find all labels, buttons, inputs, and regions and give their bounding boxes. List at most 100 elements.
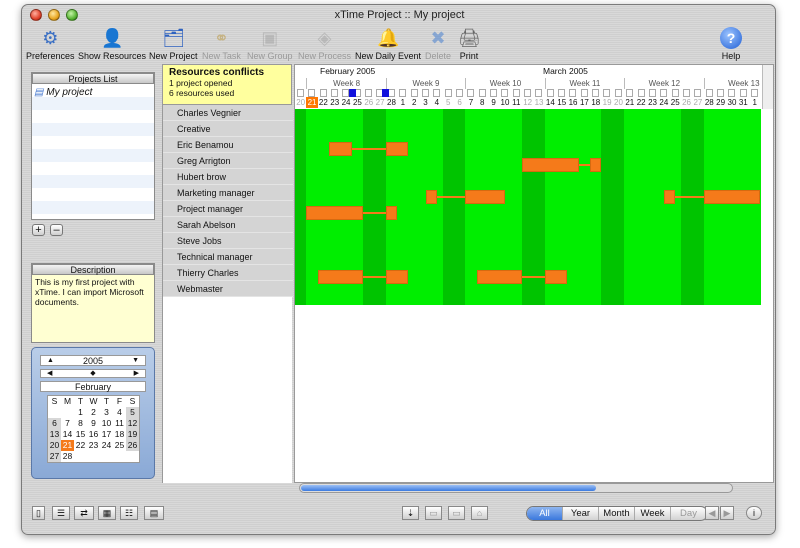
task-bar[interactable] [329, 142, 352, 156]
next-year-icon[interactable]: ▼ [132, 356, 139, 366]
day-tick[interactable] [546, 89, 554, 97]
info-icon[interactable]: i [746, 506, 762, 520]
day-tick[interactable] [580, 89, 588, 97]
task-bar[interactable] [306, 206, 364, 220]
resource-row[interactable]: Steve Jobs [163, 233, 293, 249]
people-view-icon[interactable]: ☷ [120, 506, 138, 520]
day-tick[interactable] [614, 89, 622, 97]
day-header[interactable]: 25 [670, 97, 681, 108]
day-header[interactable]: 2 [409, 97, 420, 108]
day-tick[interactable] [603, 89, 611, 97]
day-tick[interactable] [319, 89, 327, 97]
links-view-icon[interactable]: ⇄ [74, 506, 94, 520]
calendar-day[interactable]: 19 [126, 429, 139, 440]
day-tick[interactable] [569, 89, 577, 97]
day-tick[interactable] [648, 89, 656, 97]
day-tick[interactable] [444, 89, 452, 97]
calendar-day[interactable]: 5 [126, 407, 139, 418]
resource-row[interactable]: Webmaster [163, 281, 293, 297]
day-header[interactable]: 17 [579, 97, 590, 108]
task-bar[interactable] [465, 190, 505, 204]
day-tick[interactable] [421, 89, 429, 97]
close-window-button[interactable] [30, 9, 42, 21]
gantt-grid[interactable] [295, 109, 761, 305]
calendar-day[interactable]: 11 [113, 418, 126, 429]
show-resources-button[interactable]: 👤 Show Resources [78, 27, 146, 61]
scale-option-week[interactable]: Week [635, 507, 671, 520]
day-header[interactable]: 9 [488, 97, 499, 108]
day-header[interactable]: 10 [499, 97, 510, 108]
task-bar[interactable] [385, 270, 409, 284]
task-bar[interactable] [522, 158, 579, 172]
day-header[interactable]: 27 [374, 97, 385, 108]
calendar-day[interactable]: 22 [74, 440, 87, 451]
day-tick[interactable] [705, 89, 713, 97]
day-header[interactable]: 21 [306, 97, 318, 108]
day-tick[interactable] [467, 89, 475, 97]
resource-row[interactable]: Greg Arrigton [163, 153, 293, 169]
resource-row[interactable]: Charles Vegnier [163, 105, 293, 121]
day-tick[interactable] [399, 89, 407, 97]
calendar-day[interactable]: 20 [48, 440, 61, 451]
day-tick[interactable] [694, 89, 702, 97]
horizontal-scrollbar[interactable] [299, 483, 733, 493]
calendar-day[interactable]: 23 [87, 440, 100, 451]
calendar-day[interactable]: 4 [113, 407, 126, 418]
resource-row[interactable]: Sarah Abelson [163, 217, 293, 233]
preferences-button[interactable]: ⚙ Preferences [26, 27, 75, 61]
day-header[interactable]: 7 [465, 97, 476, 108]
day-tick[interactable] [558, 89, 566, 97]
day-header[interactable]: 3 [420, 97, 431, 108]
scale-option-year[interactable]: Year [563, 507, 599, 520]
tasks-view-icon[interactable]: ▦ [98, 506, 116, 520]
task-bar[interactable] [476, 270, 522, 284]
day-tick[interactable] [455, 89, 463, 97]
task-bar[interactable] [590, 158, 602, 172]
task-tool-icon[interactable]: ▭ [425, 506, 442, 520]
day-tick[interactable] [297, 89, 304, 97]
resource-row[interactable]: Project manager [163, 201, 293, 217]
day-tick[interactable] [535, 89, 543, 97]
day-tick[interactable] [512, 89, 520, 97]
scale-option-day[interactable]: Day [671, 507, 707, 520]
day-header[interactable]: 6 [454, 97, 465, 108]
new-daily-event-button[interactable]: 🔔 New Daily Event [355, 27, 421, 61]
task-bar[interactable] [703, 190, 761, 204]
day-tick[interactable] [592, 89, 600, 97]
previous-year-icon[interactable]: ▲ [47, 356, 54, 366]
day-header[interactable]: 4 [431, 97, 442, 108]
day-header[interactable]: 23 [329, 97, 340, 108]
new-process-button[interactable]: ◈ New Process [298, 27, 351, 61]
day-header[interactable]: 1 [749, 97, 760, 108]
day-header[interactable]: 29 [715, 97, 726, 108]
day-header[interactable]: 20 [613, 97, 624, 108]
calendar-day[interactable]: 10 [100, 418, 113, 429]
calendar-day[interactable]: 1 [74, 407, 87, 418]
day-header[interactable]: 22 [318, 97, 329, 108]
group-tool-icon[interactable]: ▭ [448, 506, 465, 520]
calendar-day[interactable]: 14 [61, 429, 74, 440]
day-header[interactable]: 8 [477, 97, 488, 108]
event-marker[interactable] [382, 89, 389, 97]
previous-month-icon[interactable]: ◀ [47, 370, 52, 378]
day-tick[interactable] [489, 89, 497, 97]
resource-row[interactable]: Hubert brow [163, 169, 293, 185]
day-header[interactable]: 15 [556, 97, 567, 108]
calendar-day[interactable]: 18 [113, 429, 126, 440]
person-tool-icon[interactable]: ⌂ [471, 506, 488, 520]
task-bar[interactable] [663, 190, 676, 204]
day-tick[interactable] [739, 89, 747, 97]
help-button[interactable]: ? Help [720, 27, 742, 61]
calendar-day[interactable]: 24 [100, 440, 113, 451]
event-marker[interactable] [349, 89, 356, 97]
calendar-day[interactable]: 12 [126, 418, 139, 429]
resource-row[interactable]: Thierry Charles [163, 265, 293, 281]
resource-row[interactable]: Creative [163, 121, 293, 137]
day-header[interactable]: 24 [340, 97, 351, 108]
resource-row[interactable]: Technical manager [163, 249, 293, 265]
print-button[interactable]: 🖨 Print [458, 27, 481, 61]
day-tick[interactable] [728, 89, 736, 97]
resource-row[interactable]: Marketing manager [163, 185, 293, 201]
day-header[interactable]: 25 [352, 97, 363, 108]
calendar-day[interactable]: 8 [74, 418, 87, 429]
